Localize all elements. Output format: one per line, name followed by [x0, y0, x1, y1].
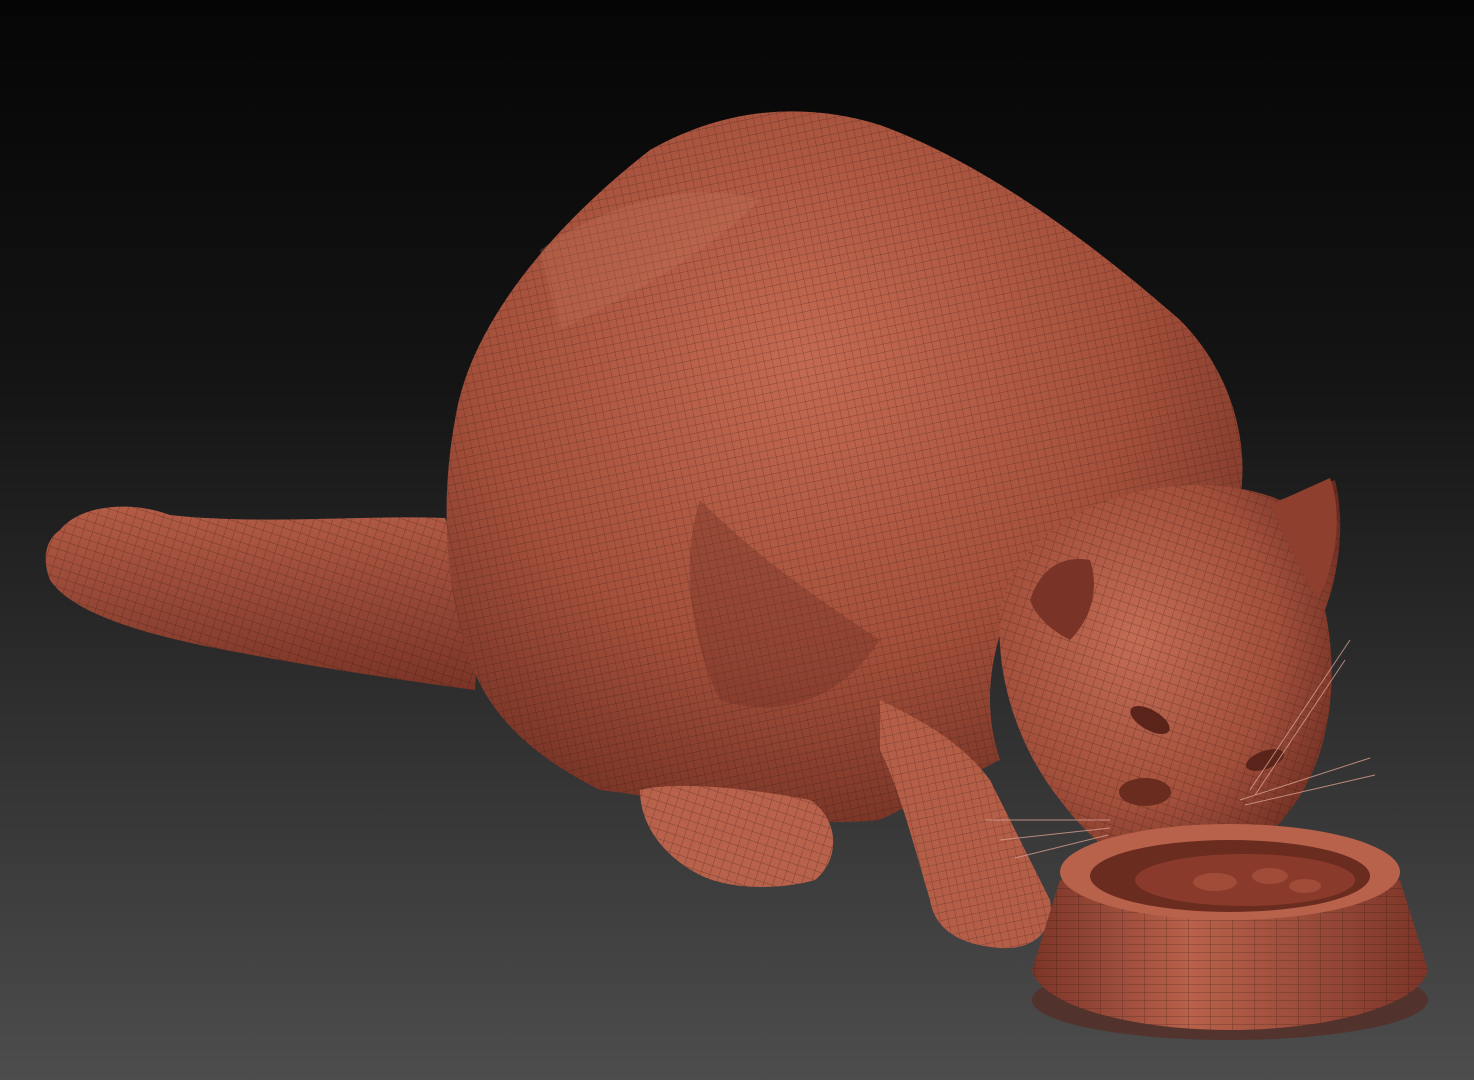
viewport-canvas: [0, 0, 1474, 1080]
sculpt-viewport[interactable]: [0, 0, 1474, 1080]
food-bowl: [1032, 824, 1428, 1040]
